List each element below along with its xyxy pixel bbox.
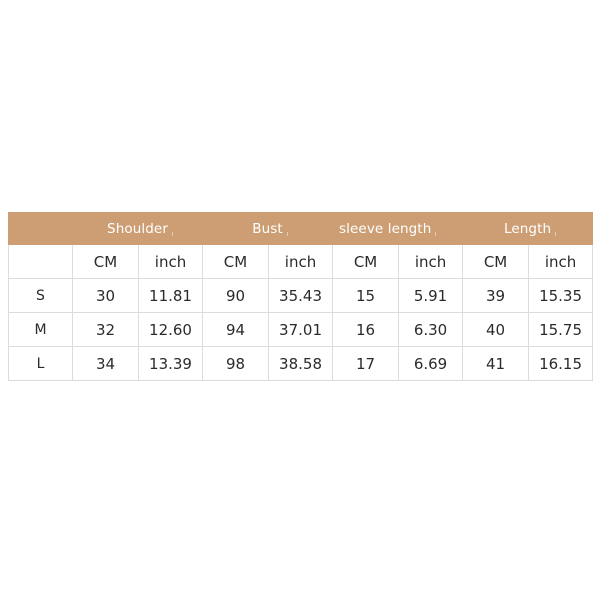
cell-shoulder-inch: 11.81	[137, 278, 204, 313]
cell-sleeve-inch: 6.30	[398, 312, 464, 347]
cell-shoulder-cm: 32	[72, 312, 139, 347]
unit-header-bust-inch: inch	[268, 244, 334, 279]
cell-bust-cm: 94	[202, 312, 270, 347]
cell-length-inch: 16.15	[528, 346, 594, 381]
cell-length-inch: 15.35	[528, 278, 594, 313]
group-header-sleeve-length: sleeve length	[332, 212, 464, 245]
cell-length-cm: 40	[462, 312, 530, 347]
group-header-sleeve-length-label: sleeve length	[339, 220, 437, 237]
row-size-label: M	[8, 312, 73, 347]
cell-bust-inch: 37.01	[268, 312, 334, 347]
group-header-bust-label: Bust	[252, 220, 288, 237]
cell-sleeve-cm: 17	[332, 346, 400, 381]
unit-header-row: CM inch CM inch CM inch CM inch	[8, 244, 594, 279]
unit-header-sleeve-cm: CM	[332, 244, 400, 279]
cell-shoulder-cm: 34	[72, 346, 139, 381]
size-chart-table: Shoulder Bust sleeve length Length CM in…	[8, 212, 594, 381]
cell-length-inch: 15.75	[528, 312, 594, 347]
cell-sleeve-cm: 16	[332, 312, 400, 347]
cell-sleeve-inch: 5.91	[398, 278, 464, 313]
cell-bust-cm: 98	[202, 346, 270, 381]
cell-shoulder-inch: 13.39	[137, 346, 204, 381]
group-header-row: Shoulder Bust sleeve length Length	[8, 212, 594, 245]
group-header-shoulder-label: Shoulder	[107, 220, 173, 237]
cell-length-cm: 41	[462, 346, 530, 381]
group-header-corner	[8, 212, 73, 245]
cell-sleeve-cm: 15	[332, 278, 400, 313]
table-row: L 34 13.39 98 38.58 17 6.69 41 16.15	[8, 346, 594, 381]
cell-bust-cm: 90	[202, 278, 270, 313]
unit-header-shoulder-cm: CM	[72, 244, 139, 279]
cell-sleeve-inch: 6.69	[398, 346, 464, 381]
cell-bust-inch: 38.58	[268, 346, 334, 381]
unit-header-shoulder-inch: inch	[137, 244, 204, 279]
row-size-label: L	[8, 346, 73, 381]
unit-header-sleeve-inch: inch	[398, 244, 464, 279]
cell-length-cm: 39	[462, 278, 530, 313]
cell-shoulder-cm: 30	[72, 278, 139, 313]
unit-header-length-inch: inch	[528, 244, 594, 279]
table-row: M 32 12.60 94 37.01 16 6.30 40 15.75	[8, 312, 594, 347]
unit-header-bust-cm: CM	[202, 244, 270, 279]
unit-header-blank	[8, 244, 73, 279]
row-size-label: S	[8, 278, 73, 313]
unit-header-length-cm: CM	[462, 244, 530, 279]
group-header-shoulder: Shoulder	[71, 212, 204, 245]
size-chart-container: Shoulder Bust sleeve length Length CM in…	[8, 212, 594, 381]
group-header-length-label: Length	[503, 220, 557, 237]
table-row: S 30 11.81 90 35.43 15 5.91 39 15.35	[8, 278, 594, 313]
cell-shoulder-inch: 12.60	[137, 312, 204, 347]
group-header-bust: Bust	[202, 212, 334, 245]
cell-bust-inch: 35.43	[268, 278, 334, 313]
group-header-length: Length	[462, 212, 594, 245]
